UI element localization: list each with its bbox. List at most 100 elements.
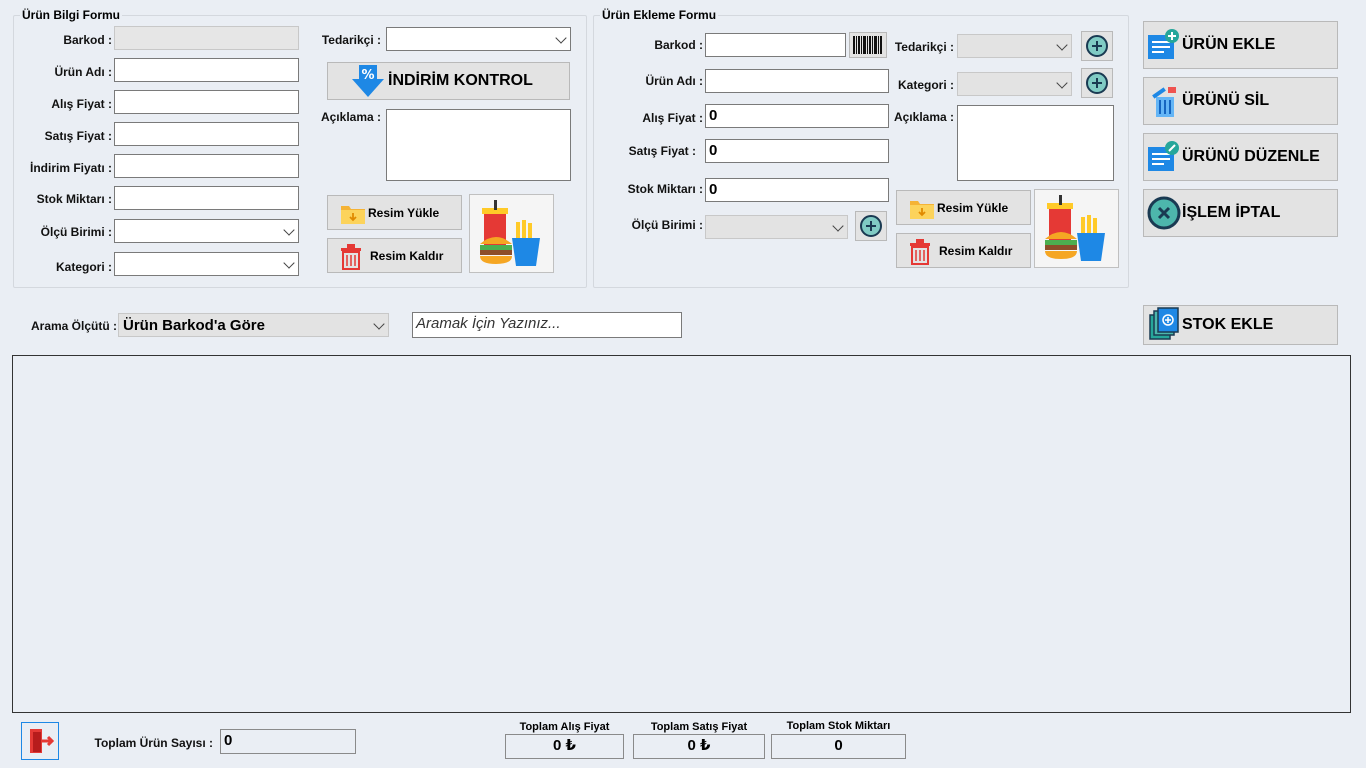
exit-button[interactable]	[21, 722, 59, 760]
info-barkod-field	[114, 26, 299, 50]
search-criteria-label: Arama Ölçütü :	[30, 319, 117, 333]
info-satis-fiyat-field[interactable]	[114, 122, 299, 146]
document-add-icon	[1148, 29, 1179, 59]
add-olcu-birimi-plus-button[interactable]	[855, 211, 887, 241]
exit-door-icon	[30, 729, 54, 753]
add-form-title: Ürün Ekleme Formu	[600, 8, 719, 22]
barcode-icon	[853, 36, 882, 54]
toplam-stok-miktari-label: Toplam Stok Miktarı	[786, 720, 891, 732]
add-resim-yukle-button[interactable]: Resim Yükle	[896, 190, 1031, 225]
info-tedarikci-select[interactable]	[386, 27, 571, 51]
svg-text:%: %	[361, 68, 374, 83]
urun-ekle-button[interactable]: ÜRÜN EKLE	[1143, 21, 1338, 69]
fast-food-icon	[479, 199, 540, 266]
urun-ekle-label: ÜRÜN EKLE	[1182, 36, 1276, 53]
urunu-duzenle-label: ÜRÜNÜ DÜZENLE	[1182, 148, 1320, 165]
info-stok-miktari-label: Stok Miktarı :	[36, 192, 112, 206]
add-resim-kaldir-button[interactable]: Resim Kaldır	[896, 233, 1031, 268]
search-placeholder: Aramak İçin Yazınız...	[416, 315, 561, 332]
plus-circle-icon	[1086, 35, 1108, 57]
stok-ekle-button[interactable]: STOK EKLE	[1143, 305, 1338, 345]
info-olcu-birimi-label: Ölçü Birimi :	[40, 225, 112, 239]
info-urun-adi-field[interactable]	[114, 58, 299, 82]
info-alis-fiyat-field[interactable]	[114, 90, 299, 114]
add-urun-adi-label: Ürün Adı :	[645, 74, 703, 88]
add-aciklama-label: Açıklama :	[893, 110, 954, 124]
info-indirim-fiyati-field[interactable]	[114, 154, 299, 178]
info-urun-adi-label: Ürün Adı :	[54, 65, 112, 79]
add-kategori-label: Kategori :	[897, 78, 954, 92]
info-resim-yukle-button[interactable]: Resim Yükle	[327, 195, 462, 230]
urunu-sil-label: ÜRÜNÜ SİL	[1182, 92, 1270, 109]
add-aciklama-field[interactable]	[957, 105, 1114, 181]
info-barkod-label: Barkod :	[63, 33, 112, 47]
islem-iptal-button[interactable]: İŞLEM İPTAL	[1143, 189, 1338, 237]
add-kategori-select[interactable]	[957, 72, 1072, 96]
info-resim-yukle-label: Resim Yükle	[368, 205, 440, 220]
add-barkod-field[interactable]	[705, 33, 846, 57]
cancel-circle-icon	[1147, 196, 1181, 230]
add-resim-yukle-label: Resim Yükle	[937, 200, 1009, 215]
chevron-down-icon	[283, 257, 295, 269]
add-tedarikci-plus-button[interactable]	[1081, 31, 1113, 61]
search-criteria-select[interactable]: Ürün Barkod'a Göre	[118, 313, 389, 337]
chevron-down-icon	[1056, 77, 1068, 89]
discount-icon: %	[352, 65, 384, 97]
add-stok-miktari-field[interactable]: 0	[705, 178, 889, 202]
product-grid[interactable]	[12, 355, 1351, 713]
add-olcu-birimi-select[interactable]	[705, 215, 848, 239]
folder-upload-icon	[910, 200, 934, 219]
info-olcu-birimi-select[interactable]	[114, 219, 299, 243]
folder-upload-icon	[341, 205, 365, 224]
add-olcu-birimi-label: Ölçü Birimi :	[631, 218, 703, 232]
info-resim-kaldir-button[interactable]: Resim Kaldır	[327, 238, 462, 273]
indirim-kontrol-button[interactable]: % İNDİRİM KONTROL	[327, 62, 570, 100]
document-edit-icon	[1148, 141, 1179, 171]
info-alis-fiyat-label: Alış Fiyat :	[51, 97, 112, 111]
islem-iptal-label: İŞLEM İPTAL	[1182, 204, 1281, 221]
chevron-down-icon	[373, 318, 385, 330]
indirim-kontrol-label: İNDİRİM KONTROL	[388, 72, 533, 89]
add-kategori-plus-button[interactable]	[1081, 68, 1113, 98]
info-stok-miktari-field[interactable]	[114, 186, 299, 210]
trash-icon	[910, 238, 930, 265]
info-aciklama-field[interactable]	[386, 109, 571, 181]
add-barkod-label: Barkod :	[654, 38, 703, 52]
info-kategori-select[interactable]	[114, 252, 299, 276]
add-satis-fiyat-field[interactable]: 0	[705, 139, 889, 163]
plus-circle-icon	[860, 215, 882, 237]
add-stok-miktari-label: Stok Miktarı :	[627, 182, 703, 196]
toplam-satis-fiyat-label: Toplam Satış Fiyat	[650, 721, 748, 733]
toplam-stok-miktari-value: 0	[771, 734, 906, 759]
urunu-sil-button[interactable]: ÜRÜNÜ SİL	[1143, 77, 1338, 125]
plus-circle-icon	[1086, 72, 1108, 94]
add-resim-kaldir-label: Resim Kaldır	[939, 243, 1013, 258]
stock-add-icon	[1149, 307, 1179, 340]
chevron-down-icon	[283, 224, 295, 236]
add-alis-fiyat-label: Alış Fiyat :	[642, 111, 703, 125]
search-criteria-value: Ürün Barkod'a Göre	[123, 317, 265, 334]
info-product-image	[469, 194, 554, 273]
chevron-down-icon	[1056, 39, 1068, 51]
barcode-generate-button[interactable]	[849, 32, 887, 58]
add-product-image	[1034, 189, 1119, 268]
info-aciklama-label: Açıklama :	[320, 110, 381, 124]
add-tedarikci-select[interactable]	[957, 34, 1072, 58]
urunu-duzenle-button[interactable]: ÜRÜNÜ DÜZENLE	[1143, 133, 1338, 181]
info-indirim-fiyati-label: İndirim Fiyatı :	[29, 161, 112, 175]
search-input[interactable]: Aramak İçin Yazınız...	[412, 312, 682, 338]
toplam-alis-fiyat-label: Toplam Alış Fiyat	[519, 721, 610, 733]
info-satis-fiyat-label: Satış Fiyat :	[44, 129, 112, 143]
add-alis-fiyat-field[interactable]: 0	[705, 104, 889, 128]
info-form-title: Ürün Bilgi Formu	[20, 8, 122, 22]
info-resim-kaldir-label: Resim Kaldır	[370, 248, 444, 263]
add-satis-fiyat-label: Satış Fiyat :	[628, 144, 696, 158]
chevron-down-icon	[832, 220, 844, 232]
info-tedarikci-label: Tedarikçi :	[321, 33, 381, 47]
trash-icon	[341, 243, 361, 270]
toplam-urun-sayisi-value: 0	[220, 729, 356, 754]
toplam-satis-fiyat-value: 0 ₺	[633, 734, 765, 759]
add-urun-adi-field[interactable]	[705, 69, 889, 93]
delete-bin-icon	[1152, 87, 1176, 117]
toplam-alis-fiyat-value: 0 ₺	[505, 734, 624, 759]
